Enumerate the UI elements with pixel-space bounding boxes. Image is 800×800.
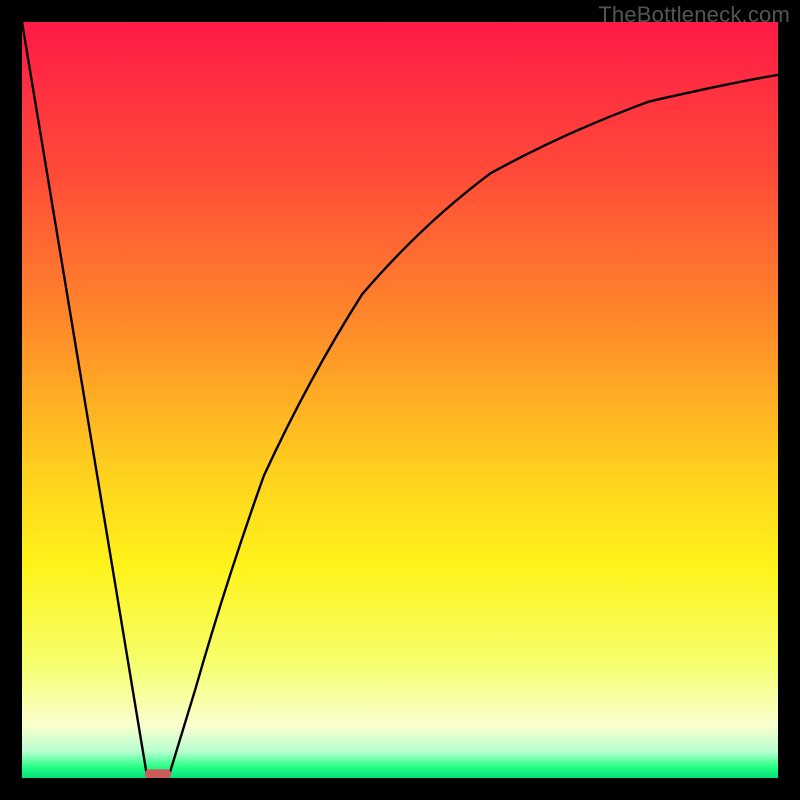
watermark-text: TheBottleneck.com: [598, 2, 790, 28]
curve-layer: [22, 22, 778, 778]
bottom-pill-marker: [145, 769, 172, 778]
chart-frame: TheBottleneck.com: [0, 0, 800, 800]
plot-area: [22, 22, 778, 778]
left-descent-line: [22, 22, 147, 774]
right-ascent-curve: [169, 75, 778, 774]
